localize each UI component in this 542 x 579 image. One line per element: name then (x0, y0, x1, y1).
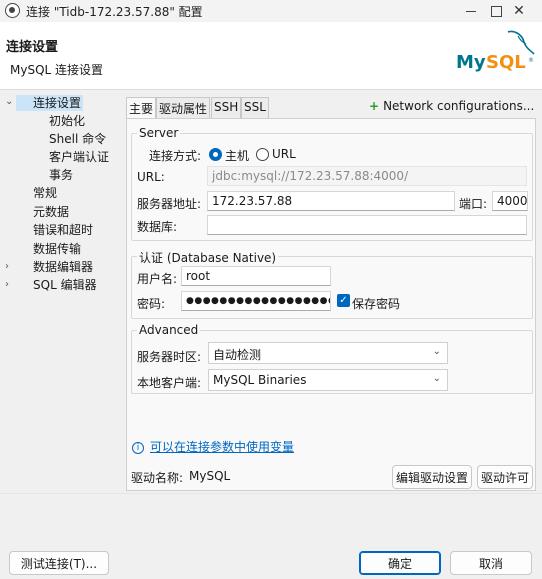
url-field[interactable]: jdbc:mysql://172.23.57.88:4000/ (207, 166, 527, 186)
title-bar: 连接 "Tidb-172.23.57.88" 配置 ✕ (0, 0, 542, 22)
nav-item-errors-timeouts[interactable]: 错误和超时 (33, 222, 93, 238)
variables-link[interactable]: 可以在连接参数中使用变量 (150, 440, 294, 454)
svg-text:SQL: SQL (486, 52, 526, 72)
port-label: 端口: (459, 197, 488, 211)
nav-item-sql-editor[interactable]: SQL 编辑器 (33, 277, 97, 293)
nav-item-shell[interactable]: Shell 命令 (49, 131, 106, 147)
mysql-logo: My SQL ® (456, 30, 535, 72)
tab-main[interactable]: 主要 (126, 97, 157, 119)
variables-link-row: i 可以在连接参数中使用变量 (132, 438, 294, 455)
driver-license-button[interactable]: 驱动许可 (477, 465, 533, 489)
auth-group-title: 认证 (Database Native) (137, 249, 279, 266)
info-icon: i (132, 442, 144, 454)
database-label: 数据库: (137, 220, 178, 234)
window-title: 连接 "Tidb-172.23.57.88" 配置 (26, 5, 203, 19)
timezone-select[interactable]: 自动检测 ⌄ (208, 342, 448, 364)
save-password-label: 保存密码 (352, 297, 401, 311)
main-tab-content: Server 连接方式: 主机 URL URL: jdbc:mysql://17… (126, 118, 536, 491)
ok-button[interactable]: 确定 (359, 551, 441, 575)
timezone-label: 服务器时区: (137, 350, 202, 364)
network-configurations-button[interactable]: + Network configurations... (369, 99, 534, 113)
advanced-group-title: Advanced (137, 323, 201, 337)
edit-driver-button[interactable]: 编辑驱动设置 (392, 465, 472, 489)
test-connection-button[interactable]: 测试连接(T)... (9, 551, 109, 575)
mode-url-label: URL (272, 147, 296, 161)
connect-mode-label: 连接方式: (149, 149, 202, 163)
database-field[interactable] (207, 215, 527, 235)
driver-name-value: MySQL (189, 469, 231, 483)
timezone-value: 自动检测 (213, 348, 262, 362)
chevron-right-icon[interactable]: › (5, 261, 9, 272)
username-field[interactable]: root (181, 266, 331, 286)
footer-divider (0, 493, 542, 494)
app-icon (5, 3, 20, 18)
tab-driver-properties[interactable]: 驱动属性 (156, 97, 211, 118)
nav-item-metadata[interactable]: 元数据 (33, 204, 69, 220)
network-configurations-label: Network configurations... (383, 99, 535, 113)
svg-text:My: My (456, 52, 486, 72)
client-select[interactable]: MySQL Binaries ⌄ (208, 369, 448, 391)
nav-item-general[interactable]: 常规 (33, 185, 57, 201)
nav-item-client-auth[interactable]: 客户端认证 (49, 149, 109, 165)
mode-host-label: 主机 (225, 149, 250, 163)
mode-url-radio[interactable] (256, 148, 269, 161)
host-label: 服务器地址: (137, 197, 202, 211)
tab-ssh[interactable]: SSH (211, 97, 242, 118)
username-label: 用户名: (137, 272, 178, 286)
tab-ssl[interactable]: SSL (241, 97, 269, 118)
server-group-title: Server (137, 126, 181, 140)
nav-item-data-transfer[interactable]: 数据传输 (33, 241, 81, 257)
nav-item-init[interactable]: 初始化 (49, 113, 85, 129)
settings-nav: ⌄ 连接设置 初始化 Shell 命令 客户端认证 事务 常规 元数据 错误和超… (0, 91, 122, 491)
chevron-right-icon[interactable]: › (5, 279, 9, 290)
nav-item-transactions[interactable]: 事务 (49, 167, 73, 183)
password-field[interactable]: ●●●●●●●●●●●●●●●●●● (181, 291, 331, 311)
mode-host-radio[interactable] (209, 148, 222, 161)
port-field[interactable]: 4000 (492, 191, 528, 211)
host-field[interactable]: 172.23.57.88 (207, 191, 455, 211)
plus-icon: + (369, 99, 380, 113)
nav-item-data-editor[interactable]: 数据编辑器 (33, 259, 93, 275)
close-button[interactable]: ✕ (496, 0, 542, 22)
page-title: 连接设置 (6, 40, 59, 55)
chevron-down-icon: ⌄ (432, 346, 441, 357)
driver-name-label: 驱动名称: (131, 471, 184, 485)
nav-item-connection-settings[interactable]: 连接设置 (16, 95, 83, 111)
chevron-down-icon: ⌄ (432, 373, 441, 384)
client-label: 本地客户端: (137, 376, 202, 390)
page-header: 连接设置 MySQL 连接设置 My SQL ® (0, 22, 542, 90)
url-label: URL: (137, 170, 165, 184)
password-label: 密码: (137, 297, 166, 311)
client-value: MySQL Binaries (213, 373, 307, 387)
chevron-down-icon[interactable]: ⌄ (5, 96, 13, 107)
cancel-button[interactable]: 取消 (450, 551, 532, 575)
page-subtitle: MySQL 连接设置 (10, 63, 104, 77)
save-password-checkbox[interactable]: ✓ (337, 294, 350, 307)
svg-text:®: ® (528, 57, 534, 64)
